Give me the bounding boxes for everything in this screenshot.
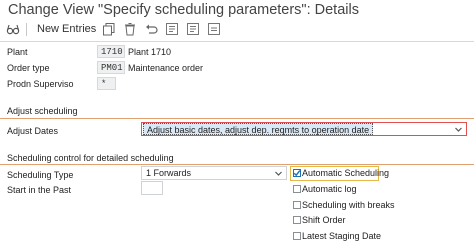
prodn-supervisor-value: * — [97, 77, 116, 90]
next-entry-icon[interactable] — [186, 22, 200, 36]
latest-staging-date-checkbox[interactable] — [293, 232, 301, 240]
automatic-log-checkbox[interactable] — [293, 185, 301, 193]
glasses-icon[interactable] — [6, 22, 20, 36]
toolbar-separator — [26, 23, 27, 36]
new-entries-button[interactable]: New Entries — [37, 23, 96, 35]
adjust-scheduling-title: Adjust scheduling — [7, 106, 78, 116]
checkmark-icon — [293, 170, 301, 177]
start-in-past-label: Start in the Past — [7, 185, 72, 195]
plant-description: Plant 1710 — [128, 47, 172, 57]
scheduling-type-select[interactable]: 1 Forwards — [141, 166, 287, 180]
shift-order-checkbox[interactable] — [293, 216, 301, 224]
undo-icon[interactable] — [144, 22, 158, 36]
automatic-scheduling-label: Automatic Scheduling — [302, 168, 390, 178]
plant-value: 1710 — [97, 45, 125, 58]
toolbar-divider — [0, 41, 474, 42]
adjust-dates-value: Adjust basic dates, adjust dep. reqmts t… — [143, 123, 374, 135]
order-type-label: Order type — [7, 63, 50, 73]
scheduling-with-breaks-checkbox[interactable] — [293, 201, 301, 209]
detailed-scheduling-divider — [0, 164, 474, 165]
window-title: Change View "Specify scheduling paramete… — [8, 2, 359, 18]
scheduling-with-breaks-label: Scheduling with breaks — [302, 200, 395, 210]
plant-label: Plant — [7, 47, 28, 57]
scheduling-type-label: Scheduling Type — [7, 170, 74, 180]
save-icon[interactable] — [207, 22, 221, 36]
delete-icon[interactable] — [123, 22, 137, 36]
shift-order-label: Shift Order — [302, 215, 346, 225]
order-type-value: PM01 — [97, 61, 125, 74]
copy-icon[interactable] — [102, 22, 116, 36]
adjust-dates-label: Adjust Dates — [7, 126, 59, 136]
scheduling-type-value: 1 Forwards — [146, 168, 192, 178]
latest-staging-date-label: Latest Staging Date — [302, 231, 382, 241]
start-in-past-input[interactable] — [141, 181, 163, 195]
previous-entry-icon[interactable] — [165, 22, 179, 36]
prodn-supervisor-label: Prodn Superviso — [7, 79, 74, 89]
adjust-dates-select[interactable]: Adjust basic dates, adjust dep. reqmts t… — [141, 122, 467, 136]
automatic-scheduling-checkbox[interactable] — [293, 169, 301, 177]
chevron-down-icon[interactable] — [454, 125, 463, 134]
adjust-scheduling-divider — [0, 118, 474, 119]
detailed-scheduling-title: Scheduling control for detailed scheduli… — [7, 153, 174, 163]
order-type-description: Maintenance order — [128, 63, 204, 73]
toolbar: New Entries — [0, 20, 474, 40]
automatic-log-label: Automatic log — [302, 184, 357, 194]
chevron-down-icon[interactable] — [274, 169, 283, 178]
